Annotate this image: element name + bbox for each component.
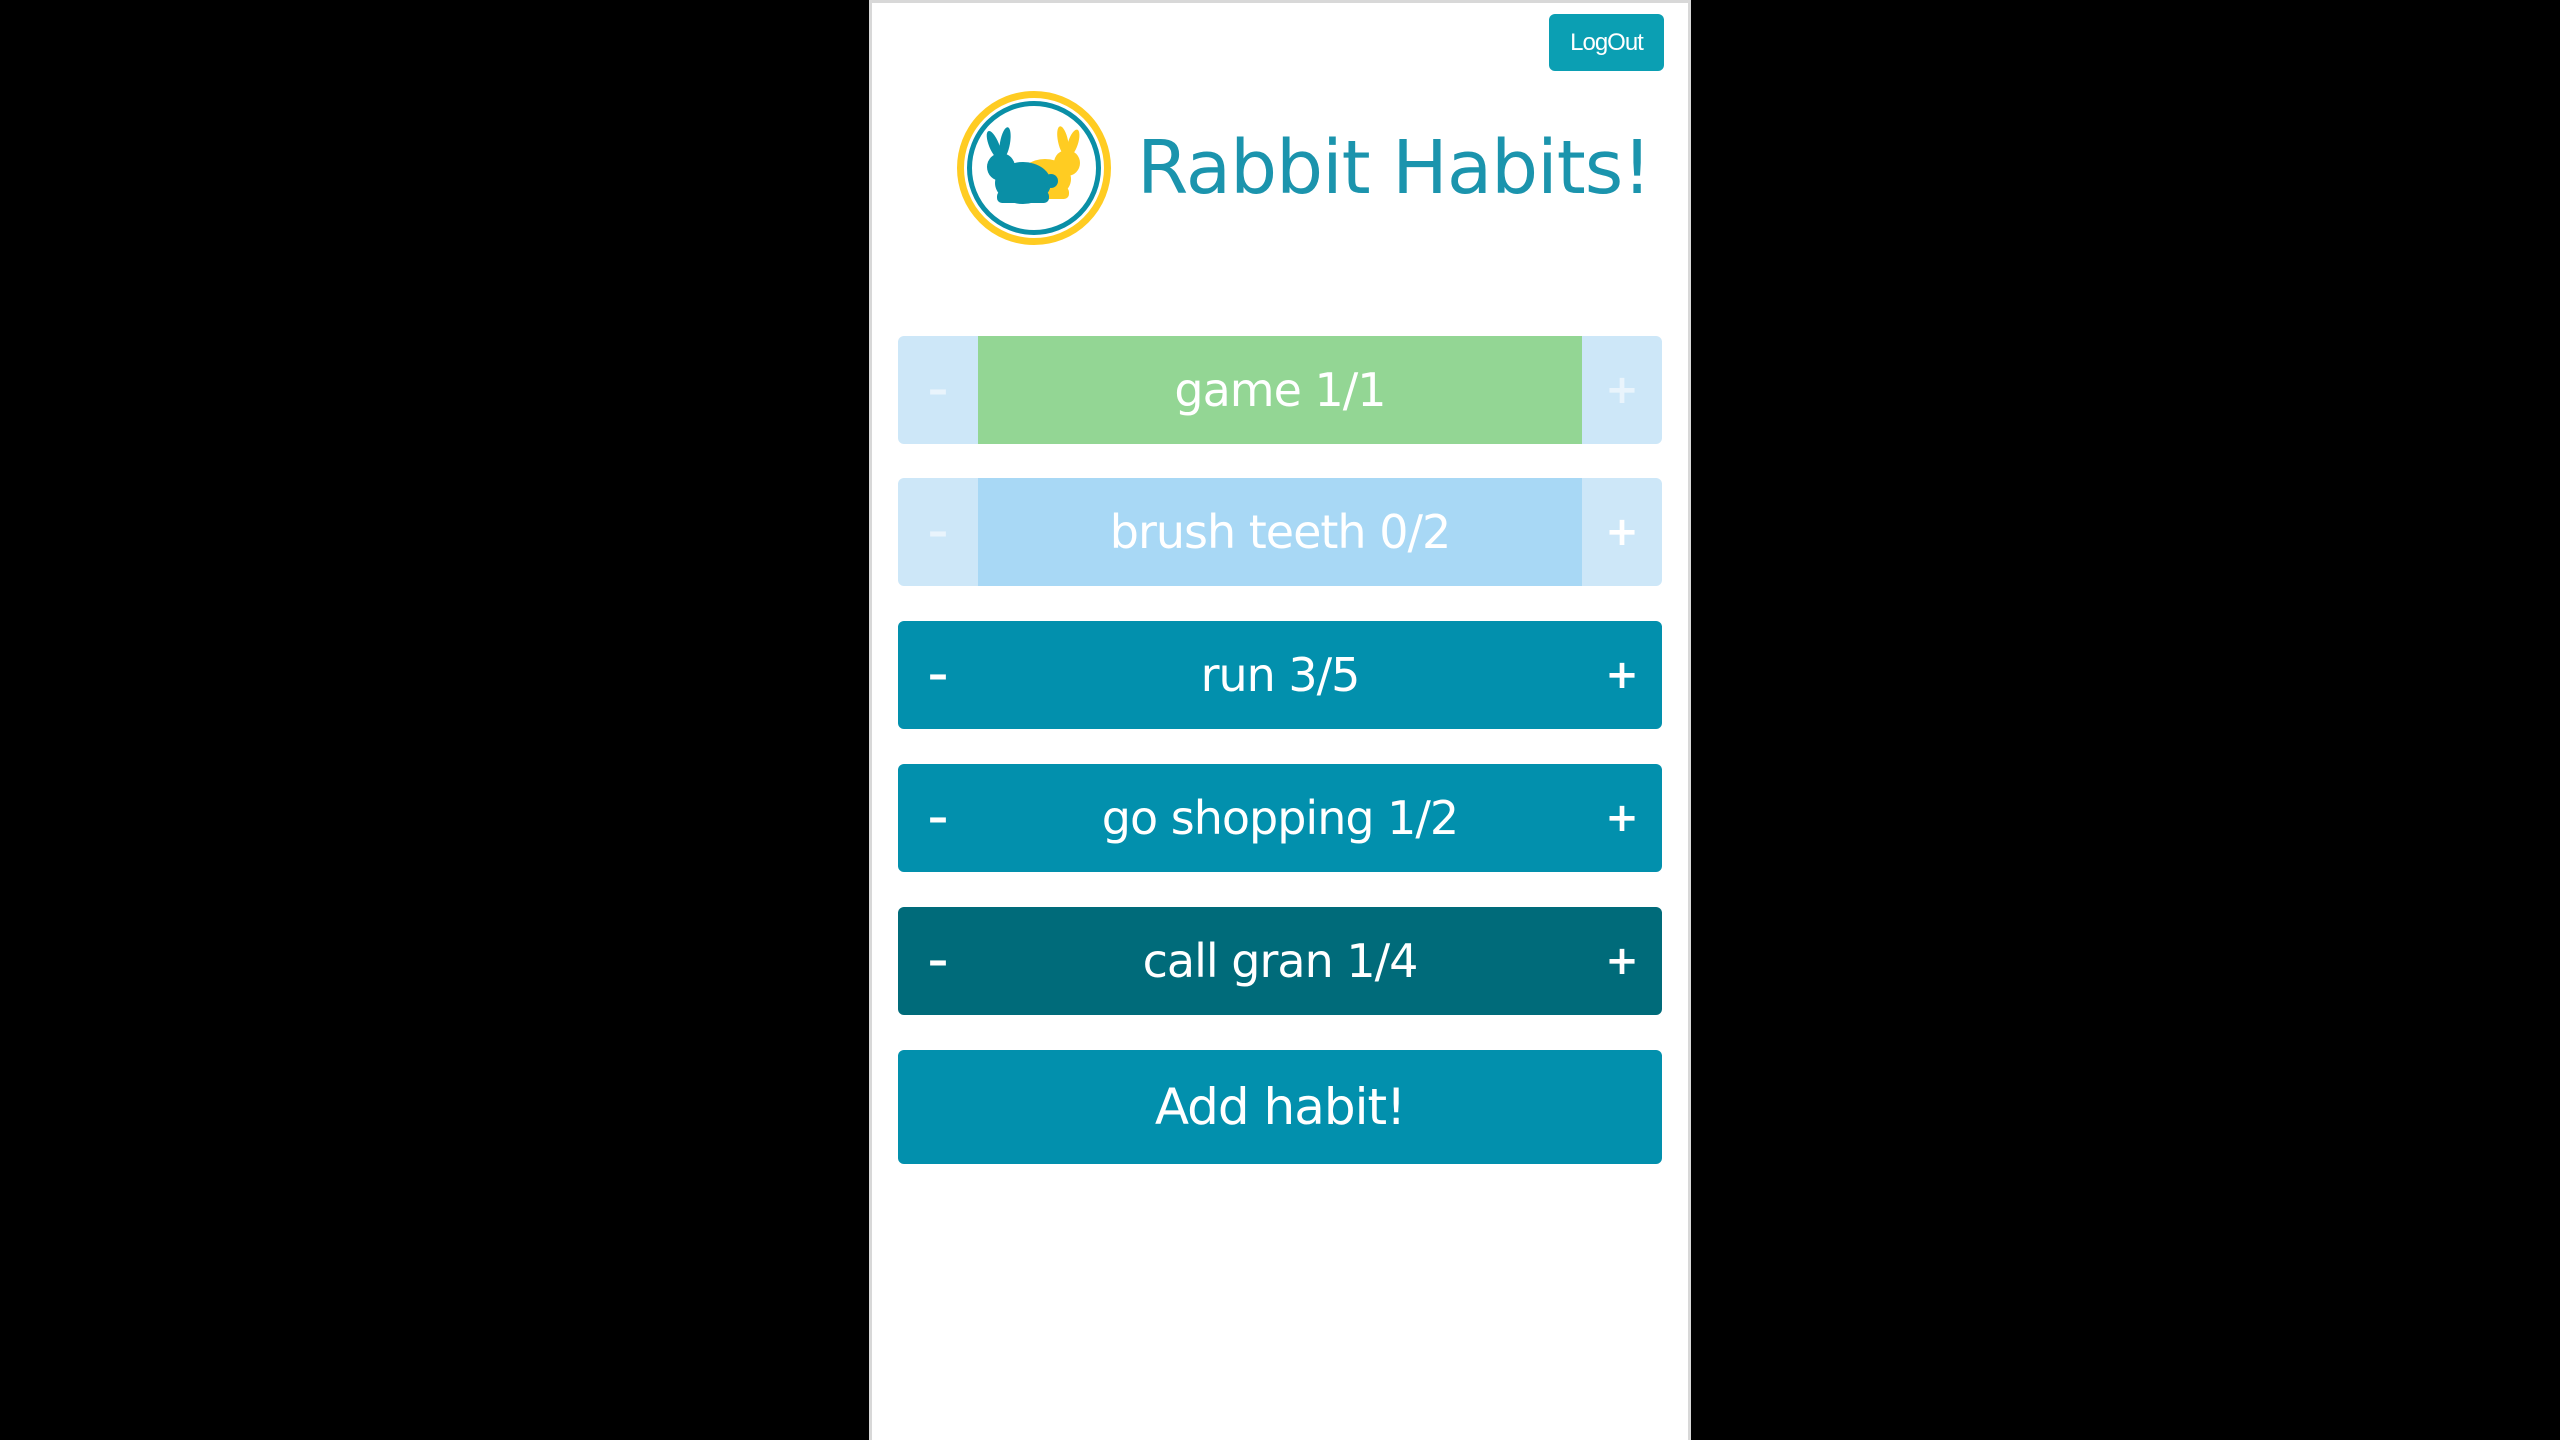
habit-row: – call gran 1/4 + — [898, 907, 1662, 1015]
habit-label[interactable]: game 1/1 — [978, 336, 1582, 444]
habit-row: – go shopping 1/2 + — [898, 764, 1662, 872]
increment-button[interactable]: + — [1582, 907, 1662, 1015]
habit-row: – run 3/5 + — [898, 621, 1662, 729]
habit-label[interactable]: run 3/5 — [978, 621, 1582, 729]
habit-label[interactable]: go shopping 1/2 — [978, 764, 1582, 872]
decrement-button[interactable]: – — [898, 621, 978, 729]
rabbit-logo-icon — [957, 91, 1111, 245]
decrement-button[interactable]: – — [898, 764, 978, 872]
increment-button[interactable]: + — [1582, 336, 1662, 444]
app-title: Rabbit Habits! — [1137, 125, 1652, 211]
decrement-button[interactable]: – — [898, 907, 978, 1015]
habit-row: – brush teeth 0/2 + — [898, 478, 1662, 586]
logout-button[interactable]: LogOut — [1549, 14, 1664, 71]
rabbits-icon — [986, 126, 1080, 204]
habit-list: – game 1/1 + – brush teeth 0/2 + – run 3… — [898, 336, 1662, 1164]
decrement-button[interactable]: – — [898, 336, 978, 444]
decrement-button[interactable]: – — [898, 478, 978, 586]
increment-button[interactable]: + — [1582, 621, 1662, 729]
increment-button[interactable]: + — [1582, 764, 1662, 872]
habit-row: – game 1/1 + — [898, 336, 1662, 444]
habit-label[interactable]: brush teeth 0/2 — [978, 478, 1582, 586]
app-screen: LogOut Rabbit Habits! – game 1/1 + – bru… — [869, 0, 1691, 1440]
add-habit-button[interactable]: Add habit! — [898, 1050, 1662, 1164]
habit-label[interactable]: call gran 1/4 — [978, 907, 1582, 1015]
app-header: Rabbit Habits! — [957, 88, 1652, 248]
increment-button[interactable]: + — [1582, 478, 1662, 586]
